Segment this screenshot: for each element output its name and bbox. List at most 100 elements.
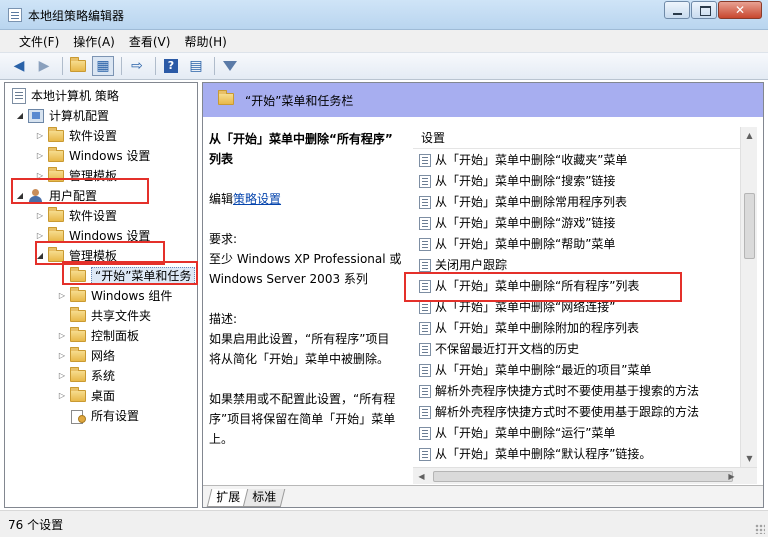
menu-action[interactable]: 操作(A): [66, 30, 122, 52]
toolbar-separator: [214, 57, 215, 75]
policy-description: 从「开始」菜单中删除“所有程序” 列表 编辑策略设置 要求: 至少 Window…: [209, 129, 403, 449]
tree-item-user-windows-settings[interactable]: ▷ Windows 设置: [35, 226, 150, 246]
expand-closed-icon[interactable]: ▷: [35, 226, 45, 246]
expand-closed-icon[interactable]: ▷: [35, 166, 45, 186]
help-icon[interactable]: ?: [160, 56, 182, 76]
expand-closed-icon[interactable]: ▷: [57, 386, 67, 406]
scroll-thumb[interactable]: [744, 193, 755, 259]
menu-file[interactable]: 文件(F): [12, 30, 66, 52]
settings-row[interactable]: 从「开始」菜单中删除“搜索”链接: [413, 171, 615, 192]
computer-icon: [28, 109, 44, 123]
scroll-up-icon[interactable]: ▲: [741, 127, 758, 144]
policy-setting-icon: [419, 322, 431, 335]
menu-view[interactable]: 查看(V): [122, 30, 178, 52]
scroll-down-icon[interactable]: ▼: [741, 450, 758, 467]
properties-icon[interactable]: ▤: [185, 56, 207, 76]
tree-item-computer-config[interactable]: ◢ 计算机配置: [15, 106, 109, 126]
policy-setting-icon: [419, 427, 431, 440]
edit-policy-link[interactable]: 策略设置: [233, 192, 281, 206]
settings-row[interactable]: 从「开始」菜单中删除“收藏夹”菜单: [413, 150, 627, 171]
horizontal-scroll-thumb[interactable]: [433, 471, 733, 482]
tree-item-start-menu-taskbar[interactable]: “开始”菜单和任务: [57, 266, 196, 286]
export-list-icon[interactable]: ⇨: [126, 56, 148, 76]
settings-row[interactable]: 从「开始」菜单中删除附加的程序列表: [413, 318, 639, 339]
content-header-title: “开始”菜单和任务栏: [245, 94, 354, 108]
settings-row[interactable]: 从「开始」菜单中删除“默认程序”链接。: [413, 444, 651, 465]
horizontal-scrollbar[interactable]: ◀ ▶: [413, 467, 757, 484]
settings-row[interactable]: 关闭用户跟踪: [413, 255, 507, 276]
app-icon: [8, 8, 22, 22]
tab-standard[interactable]: 标准: [242, 489, 286, 507]
expand-closed-icon[interactable]: ▷: [35, 126, 45, 146]
toolbar-separator: [62, 57, 63, 75]
folder-icon: [48, 227, 64, 242]
expand-open-icon[interactable]: ◢: [35, 246, 45, 266]
expand-open-icon[interactable]: ◢: [15, 186, 25, 206]
requirements-line2: Windows Server 2003 系列: [209, 272, 368, 286]
tree-item-control-panel[interactable]: ▷ 控制面板: [57, 326, 139, 346]
policy-setting-icon: [419, 175, 431, 188]
tree-item-admin-templates[interactable]: ▷ 管理模板: [35, 166, 117, 186]
menu-bar: 文件(F) 操作(A) 查看(V) 帮助(H): [0, 30, 768, 52]
close-button[interactable]: [718, 1, 762, 19]
expand-closed-icon[interactable]: ▷: [35, 206, 45, 226]
maximize-button[interactable]: [691, 1, 717, 19]
description-line3: 如果禁用或不配置此设置，“所有程: [209, 392, 396, 406]
settings-row[interactable]: 从「开始」菜单中删除“网络连接”: [413, 297, 615, 318]
tree-item-network[interactable]: ▷ 网络: [57, 346, 115, 366]
policy-setting-icon: [419, 385, 431, 398]
expand-closed-icon[interactable]: ▷: [57, 346, 67, 366]
settings-row[interactable]: 从「开始」菜单中删除“帮助”菜单: [413, 234, 615, 255]
folder-icon: [70, 347, 86, 362]
edit-policy-line: 编辑策略设置: [209, 192, 282, 206]
up-folder-icon[interactable]: [67, 56, 89, 76]
window-controls: [663, 1, 762, 19]
tree-item-software-settings[interactable]: ▷ 软件设置: [35, 126, 117, 146]
status-bar: 76 个设置: [0, 510, 768, 537]
tree-item-local-policy[interactable]: 本地计算机 策略: [9, 86, 119, 106]
tree-item-system[interactable]: ▷ 系统: [57, 366, 115, 386]
filter-icon[interactable]: [219, 56, 241, 76]
settings-row[interactable]: 不保留最近打开文档的历史: [413, 339, 579, 360]
toolbar: ◀ ▶ ▦ ⇨ ? ▤: [0, 52, 768, 80]
forward-icon[interactable]: ▶: [33, 56, 55, 76]
folder-icon: [70, 327, 86, 342]
expand-open-icon[interactable]: ◢: [15, 106, 25, 126]
policy-setting-icon: [419, 448, 431, 461]
policy-setting-icon: [419, 154, 431, 167]
tree-item-shared-folders[interactable]: 共享文件夹: [57, 306, 151, 326]
user-icon: [28, 189, 44, 203]
minimize-button[interactable]: [664, 1, 690, 19]
settings-row[interactable]: 解析外壳程序快捷方式时不要使用基于搜索的方法: [413, 381, 699, 402]
tree-pane[interactable]: 本地计算机 策略 ◢ 计算机配置 ▷ 软件设置 ▷ Windows 设置 ▷ 管…: [4, 82, 198, 508]
settings-row-selected[interactable]: 从「开始」菜单中删除“所有程序”列表: [413, 276, 639, 297]
folder-icon: [70, 287, 86, 302]
scroll-left-icon[interactable]: ◀: [413, 468, 430, 485]
content-header: “开始”菜单和任务栏: [203, 83, 763, 117]
scroll-right-icon[interactable]: ▶: [723, 468, 740, 485]
settings-row[interactable]: 解析外壳程序快捷方式时不要使用基于跟踪的方法: [413, 402, 699, 423]
menu-help[interactable]: 帮助(H): [177, 30, 233, 52]
requirements-label: 要求:: [209, 232, 238, 246]
tree-item-user-software-settings[interactable]: ▷ 软件设置: [35, 206, 117, 226]
expand-closed-icon[interactable]: ▷: [57, 366, 67, 386]
back-icon[interactable]: ◀: [8, 56, 30, 76]
tree-item-user-config[interactable]: ◢ 用户配置: [15, 186, 97, 206]
expand-closed-icon[interactable]: ▷: [35, 146, 45, 166]
tree-item-desktop[interactable]: ▷ 桌面: [57, 386, 115, 406]
expand-closed-icon[interactable]: ▷: [57, 286, 67, 306]
settings-row[interactable]: 从「开始」菜单中删除“游戏”链接: [413, 213, 615, 234]
vertical-scrollbar[interactable]: ▲ ▼: [740, 127, 757, 467]
expand-closed-icon[interactable]: ▷: [57, 326, 67, 346]
folder-icon: [70, 367, 86, 382]
settings-row[interactable]: 从「开始」菜单中删除“运行”菜单: [413, 423, 615, 444]
tree-item-windows-components[interactable]: ▷ Windows 组件: [57, 286, 172, 306]
show-hide-tree-icon[interactable]: ▦: [92, 56, 114, 76]
tree-item-user-admin-templates[interactable]: ◢ 管理模板: [35, 246, 117, 266]
settings-column-header[interactable]: 设置: [413, 127, 743, 149]
settings-row[interactable]: 从「开始」菜单中删除“最近的项目”菜单: [413, 360, 651, 381]
settings-row[interactable]: 从「开始」菜单中删除常用程序列表: [413, 192, 627, 213]
resize-grip-icon[interactable]: [755, 524, 765, 534]
tree-item-all-settings[interactable]: 所有设置: [57, 406, 139, 426]
tree-item-windows-settings[interactable]: ▷ Windows 设置: [35, 146, 150, 166]
